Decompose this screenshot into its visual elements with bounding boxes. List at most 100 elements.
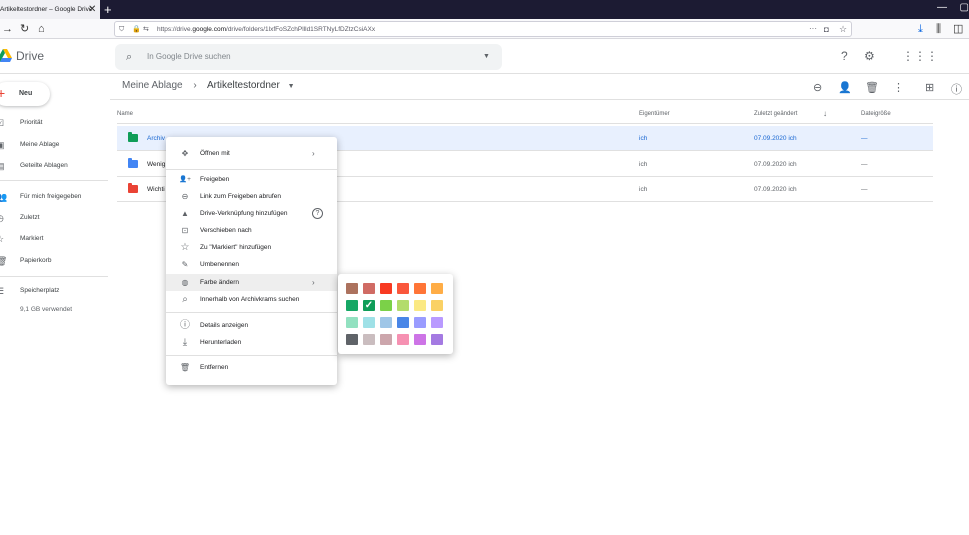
color-swatch[interactable] [431, 300, 443, 311]
color-swatch[interactable] [431, 334, 443, 345]
new-button[interactable]: + Neu [0, 82, 50, 106]
breadcrumb-current[interactable]: Artikeltestordner [207, 80, 280, 91]
search-icon[interactable]: ⌕ [126, 44, 132, 70]
menu-item-rename[interactable]: ✎ Umbenennen [166, 256, 337, 273]
color-swatch[interactable] [346, 300, 358, 311]
menu-item-download[interactable]: ⤓ Herunterladen [166, 334, 337, 351]
menu-item-share[interactable]: 👤+ Freigeben [166, 171, 337, 188]
menu-divider [166, 169, 337, 170]
help-icon[interactable]: ? [841, 49, 848, 63]
color-swatch[interactable] [380, 300, 392, 311]
permissions-icon[interactable]: ⇆ [143, 22, 149, 37]
color-swatch[interactable] [363, 334, 375, 345]
link-icon[interactable]: ⊖ [813, 81, 822, 94]
trash-icon[interactable]: 🗑 [865, 81, 879, 94]
menu-item-details[interactable]: ⓘ Details anzeigen [166, 317, 337, 334]
help-icon[interactable]: ? [312, 208, 323, 219]
color-swatch[interactable] [380, 317, 392, 328]
new-tab-icon[interactable]: + [104, 0, 112, 19]
back-icon[interactable]: → [2, 19, 13, 39]
window-control-icon[interactable]: ▢ [960, 0, 969, 16]
sidebar-toggle-icon[interactable]: ◫ [953, 19, 963, 39]
menu-item-change-color[interactable]: ◍ Farbe ändern › [166, 274, 337, 291]
menu-item-remove[interactable]: 🗑 Entfernen [166, 359, 337, 376]
storage-icon: ☰ [0, 286, 5, 296]
info-icon: ⓘ [180, 320, 190, 331]
menu-item-search-within[interactable]: ⌕ Innerhalb von Archivkrams suchen [166, 291, 337, 308]
color-swatch[interactable] [346, 334, 358, 345]
grid-view-icon[interactable]: ⊞ [925, 81, 934, 94]
file-owner: ich [639, 135, 648, 142]
sidebar-divider [0, 276, 108, 277]
menu-divider [166, 355, 337, 356]
color-swatch[interactable] [363, 317, 375, 328]
drive-header: Drive ⌕ In Google Drive suchen ▼ ? ⚙ ⋮⋮⋮ [0, 40, 969, 74]
color-swatch[interactable] [431, 317, 443, 328]
column-size[interactable]: Dateigröße [861, 111, 891, 117]
bookmark-star-icon[interactable]: ☆ [839, 22, 847, 37]
file-name: Archiv [147, 135, 166, 142]
menu-item-move[interactable]: ⊡ Verschieben nach [166, 222, 337, 239]
search-bar[interactable]: ⌕ In Google Drive suchen ▼ [115, 44, 502, 70]
shield-icon[interactable]: ⛉ [119, 22, 124, 37]
shared-with-me-icon: 👥 [0, 192, 8, 202]
color-swatch[interactable] [380, 334, 392, 345]
color-swatch[interactable] [414, 317, 426, 328]
color-swatch[interactable] [346, 283, 358, 294]
color-swatch[interactable] [346, 317, 358, 328]
close-tab-icon[interactable]: ✕ [88, 0, 96, 19]
column-owner[interactable]: Eigentümer [639, 111, 670, 117]
menu-item-get-link[interactable]: ⊖ Link zum Freigeben abrufen [166, 188, 337, 205]
column-name[interactable]: Name [117, 111, 133, 117]
menu-item-star[interactable]: ☆ Zu "Markiert" hinzufügen [166, 239, 337, 256]
home-icon[interactable]: ⌂ [38, 19, 45, 39]
share-icon[interactable]: 👤 [838, 81, 852, 94]
search-input[interactable]: In Google Drive suchen [147, 44, 231, 70]
breadcrumb: Meine Ablage › Artikeltestordner ▼ [122, 80, 295, 91]
reload-icon[interactable]: ↻ [20, 19, 29, 39]
color-swatch[interactable] [414, 334, 426, 345]
breadcrumb-separator-icon: › [193, 80, 197, 91]
more-vert-icon[interactable]: ⋮ [893, 81, 904, 94]
settings-gear-icon[interactable]: ⚙ [864, 49, 875, 63]
sort-arrow-icon[interactable]: ↓ [823, 109, 827, 118]
lock-icon[interactable]: 🔒 [132, 22, 141, 37]
color-swatch[interactable] [397, 283, 409, 294]
menu-item-add-shortcut[interactable]: ▲ Drive-Verknüpfung hinzufügen ? [166, 205, 337, 222]
file-name: Wichti [147, 186, 165, 193]
color-swatch[interactable] [397, 317, 409, 328]
apps-grid-icon[interactable]: ⋮⋮⋮ [902, 49, 938, 63]
star-icon: ☆ [180, 242, 190, 253]
tab-title: Artikeltestordner – Google Drive [0, 6, 93, 13]
page-actions-icon[interactable]: ··· [809, 22, 817, 36]
color-picker: ✓ [338, 274, 453, 354]
downloads-icon[interactable]: ⤓ [918, 19, 923, 39]
color-swatch[interactable] [431, 283, 443, 294]
library-icon[interactable]: ⫼ [936, 19, 941, 39]
menu-item-open-with[interactable]: ✥ Öffnen mit › [166, 145, 337, 162]
pocket-icon[interactable]: ◘ [824, 22, 829, 37]
info-icon[interactable]: ⓘ [951, 81, 962, 97]
priority-icon: ☑ [0, 118, 5, 128]
breadcrumb-root[interactable]: Meine Ablage [122, 80, 183, 91]
color-swatch[interactable] [363, 283, 375, 294]
color-swatch[interactable] [380, 283, 392, 294]
recent-icon: ◷ [0, 210, 6, 226]
download-icon: ⤓ [182, 337, 188, 348]
column-modified[interactable]: Zuletzt geändert [754, 111, 797, 117]
app-title[interactable]: Drive [16, 49, 44, 63]
drive-logo-icon[interactable] [0, 49, 12, 62]
browser-tab-bar: Artikeltestordner – Google Drive ✕ + — ▢ [0, 0, 969, 19]
color-swatch[interactable]: ✓ [363, 300, 375, 311]
color-swatch[interactable] [397, 300, 409, 311]
minimize-icon[interactable]: — [937, 0, 947, 16]
color-swatch[interactable] [414, 300, 426, 311]
browser-tab[interactable]: Artikeltestordner – Google Drive ✕ [0, 0, 100, 19]
url-bar[interactable]: ⛉ 🔒 ⇆ https://drive.google.com/drive/fol… [114, 21, 852, 37]
chevron-down-icon[interactable]: ▼ [288, 83, 295, 90]
sidebar-divider [0, 180, 108, 181]
share-icon: 👤+ [179, 176, 191, 183]
search-options-icon[interactable]: ▼ [483, 44, 490, 70]
color-swatch[interactable] [414, 283, 426, 294]
color-swatch[interactable] [397, 334, 409, 345]
